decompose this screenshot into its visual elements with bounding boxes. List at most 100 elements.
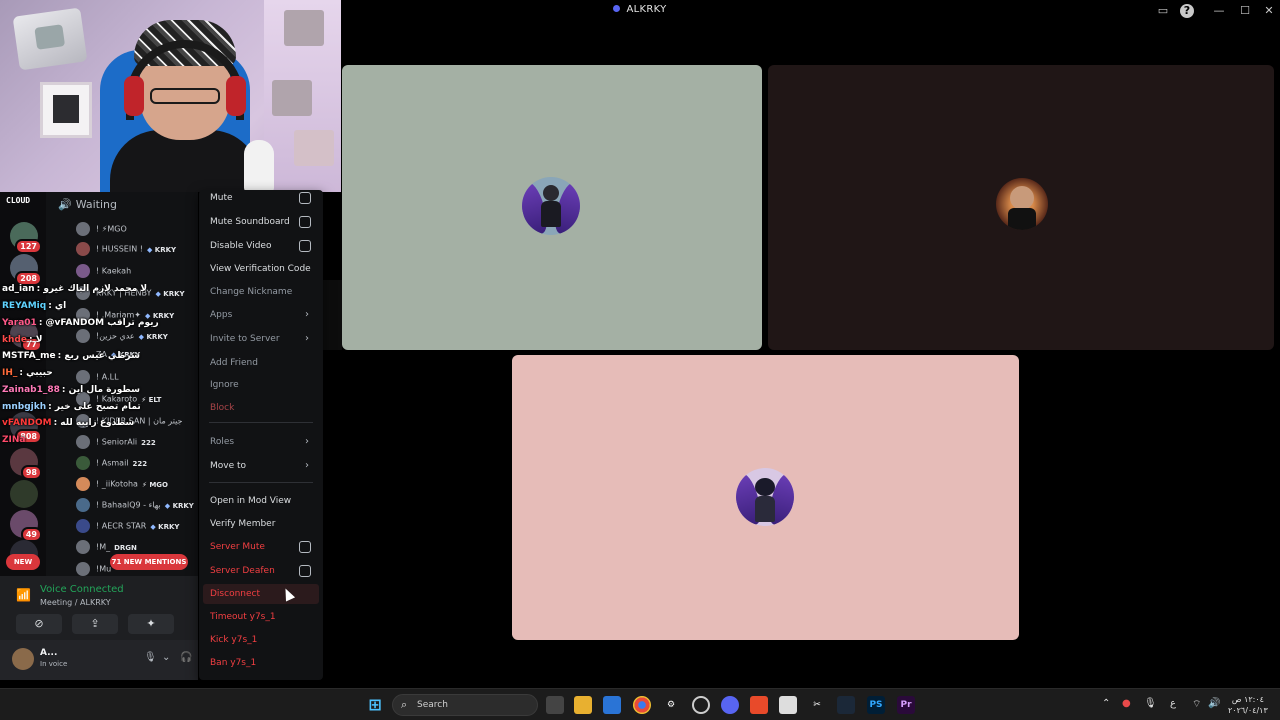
menu-item-block[interactable]: Block bbox=[203, 398, 319, 418]
capcut-icon[interactable]: ✂ bbox=[808, 696, 826, 714]
windows-taskbar: ⊞ ⌕ Search ⚙ ✂ PS Pr ⌃ ● 🎙 ع ⌔ 🔊 ١٢:٠٤ ص… bbox=[0, 688, 1280, 720]
menu-item-mute-soundboard[interactable]: Mute Soundboard bbox=[203, 212, 319, 232]
volume-icon[interactable]: 🔊 bbox=[1208, 698, 1220, 709]
chevron-up-icon[interactable]: ⌃ bbox=[1102, 698, 1110, 709]
voice-location[interactable]: Meeting / ALKRKY bbox=[40, 598, 111, 607]
wifi-icon[interactable]: ⌔ bbox=[1192, 698, 1201, 711]
menu-item-disable-video[interactable]: Disable Video bbox=[203, 236, 319, 256]
taskbar-clock[interactable]: ١٢:٠٤ ص ٢٠٢٦/٠٤/١٣ bbox=[1228, 694, 1268, 716]
voice-member[interactable]: ! _iiKotoha ⚡ MGO bbox=[76, 477, 198, 495]
minimize-icon[interactable]: — bbox=[1212, 4, 1226, 18]
voice-member[interactable]: !عدي حزين ◆ KRKY bbox=[76, 329, 198, 347]
voice-member[interactable]: ! BahaalQ9 - بهاء ◆ KRKY bbox=[76, 498, 198, 516]
help-icon[interactable]: ? bbox=[1180, 4, 1194, 18]
close-icon[interactable]: ✕ bbox=[1262, 4, 1276, 18]
voice-channel-header[interactable]: 🔊 Waiting bbox=[58, 198, 117, 211]
checkbox[interactable] bbox=[299, 216, 311, 228]
headphones-icon[interactable]: 🎧 bbox=[180, 652, 192, 663]
chat-message: khde: لا bbox=[2, 335, 43, 345]
figure-head bbox=[1010, 186, 1034, 210]
steam-app-icon[interactable] bbox=[837, 696, 855, 714]
maximize-icon[interactable]: ☐ bbox=[1238, 4, 1252, 18]
menu-item-add-friend[interactable]: Add Friend bbox=[203, 353, 319, 373]
file-explorer-icon[interactable] bbox=[574, 696, 592, 714]
gem-icon: ◆ bbox=[146, 245, 153, 254]
menu-item-move-to[interactable]: Move to › bbox=[203, 456, 319, 476]
settings-app-icon[interactable]: ⚙ bbox=[662, 696, 680, 714]
store-icon[interactable] bbox=[603, 696, 621, 714]
checkbox[interactable] bbox=[299, 192, 311, 204]
video-tile[interactable] bbox=[342, 65, 762, 350]
menu-item-kick[interactable]: Kick y7s_1 bbox=[203, 630, 319, 650]
shelf-box bbox=[284, 10, 324, 46]
taskbar-search[interactable]: ⌕ Search bbox=[392, 694, 538, 716]
server-icon[interactable] bbox=[10, 480, 38, 508]
chat-message: ZINa bbox=[2, 435, 26, 445]
avatar bbox=[76, 222, 90, 236]
menu-item-server-deafen[interactable]: Server Deafen bbox=[203, 561, 319, 581]
menu-item-view-verification-code[interactable]: View Verification Code bbox=[203, 259, 319, 279]
server-icon[interactable]: 127 bbox=[10, 222, 42, 254]
menu-item-ban[interactable]: Ban y7s_1 bbox=[203, 653, 319, 673]
notepad-icon[interactable] bbox=[779, 696, 797, 714]
avatar bbox=[76, 498, 90, 512]
headset-earcup bbox=[226, 76, 246, 116]
cast-icon[interactable]: ▭ bbox=[1156, 4, 1170, 18]
new-messages-pill[interactable]: NEW bbox=[6, 554, 40, 570]
checkbox[interactable] bbox=[299, 565, 311, 577]
chat-message: vFANDOM: شطدوع زايبه لله bbox=[2, 418, 135, 428]
voice-member[interactable]: ! ⚡MGO bbox=[76, 222, 198, 240]
windows-start-icon[interactable]: ⊞ bbox=[366, 696, 384, 714]
chevron-down-icon[interactable]: ⌄ bbox=[162, 652, 170, 663]
screen-share-button[interactable]: ⇪ bbox=[72, 614, 118, 634]
discord-icon[interactable] bbox=[721, 696, 739, 714]
menu-item-roles[interactable]: Roles › bbox=[203, 432, 319, 452]
language-indicator[interactable]: ع bbox=[1170, 698, 1176, 709]
user-avatar[interactable] bbox=[12, 648, 34, 670]
video-tile[interactable] bbox=[512, 355, 1019, 640]
menu-item-ignore[interactable]: Ignore bbox=[203, 375, 319, 395]
gem-icon: ◆ bbox=[150, 522, 156, 531]
camera-off-button[interactable]: ⊘ bbox=[16, 614, 62, 634]
voice-member[interactable]: ! SeniorAli 222 bbox=[76, 435, 198, 453]
menu-item-invite-to-server[interactable]: Invite to Server › bbox=[203, 329, 319, 349]
server-icon[interactable]: 49 bbox=[10, 510, 42, 542]
streamer-webcam bbox=[0, 0, 341, 192]
server-icon[interactable]: 98 bbox=[10, 448, 42, 480]
new-mentions-pill[interactable]: 71 NEW MENTIONS bbox=[110, 554, 188, 570]
chat-message: mnbgjkh: تمام تصبح على خير bbox=[2, 402, 141, 412]
tray-app-icon[interactable]: ● bbox=[1122, 698, 1131, 709]
premiere-icon[interactable]: Pr bbox=[897, 696, 915, 714]
avatar bbox=[76, 435, 90, 449]
server-icon[interactable]: 208 bbox=[10, 254, 42, 286]
video-tile[interactable] bbox=[768, 65, 1274, 350]
voice-member[interactable]: ! AECR STAR ◆ KRKY bbox=[76, 519, 198, 537]
steam-icon[interactable] bbox=[692, 696, 710, 714]
discord-app-icon bbox=[613, 5, 621, 12]
menu-divider bbox=[209, 422, 313, 423]
menu-item-verify-member[interactable]: Verify Member bbox=[203, 514, 319, 534]
menu-item-server-mute[interactable]: Server Mute bbox=[203, 537, 319, 557]
photoshop-icon[interactable]: PS bbox=[867, 696, 885, 714]
menu-item-timeout[interactable]: Timeout y7s_1 bbox=[203, 607, 319, 627]
chrome-icon[interactable] bbox=[633, 696, 651, 714]
menu-item-open-in-mod-view[interactable]: Open in Mod View bbox=[203, 491, 319, 511]
activities-button[interactable]: ✦ bbox=[128, 614, 174, 634]
menu-item-change-nickname[interactable]: Change Nickname bbox=[203, 282, 319, 302]
voice-member[interactable]: ! Asmail 222 bbox=[76, 456, 198, 474]
task-view-icon[interactable] bbox=[546, 696, 564, 714]
checkbox[interactable] bbox=[299, 541, 311, 553]
menu-item-mute[interactable]: Mute bbox=[203, 188, 319, 208]
voice-member[interactable]: ! HUSSEIN ! ◆ KRKY bbox=[76, 242, 198, 260]
chat-message: REYAMiq: اي bbox=[2, 301, 67, 311]
menu-item-apps[interactable]: Apps › bbox=[203, 305, 319, 325]
avatar bbox=[76, 242, 90, 256]
checkbox[interactable] bbox=[299, 240, 311, 252]
user-name: A... bbox=[40, 648, 58, 658]
menu-item-disconnect[interactable]: Disconnect bbox=[203, 584, 319, 604]
voice-member[interactable]: ! Kaekah bbox=[76, 264, 198, 282]
brave-icon[interactable] bbox=[750, 696, 768, 714]
gem-icon: ◆ bbox=[155, 289, 161, 298]
microphone-icon[interactable]: 🎙 bbox=[144, 652, 157, 663]
microphone-tray-icon[interactable]: 🎙 bbox=[1144, 698, 1157, 709]
